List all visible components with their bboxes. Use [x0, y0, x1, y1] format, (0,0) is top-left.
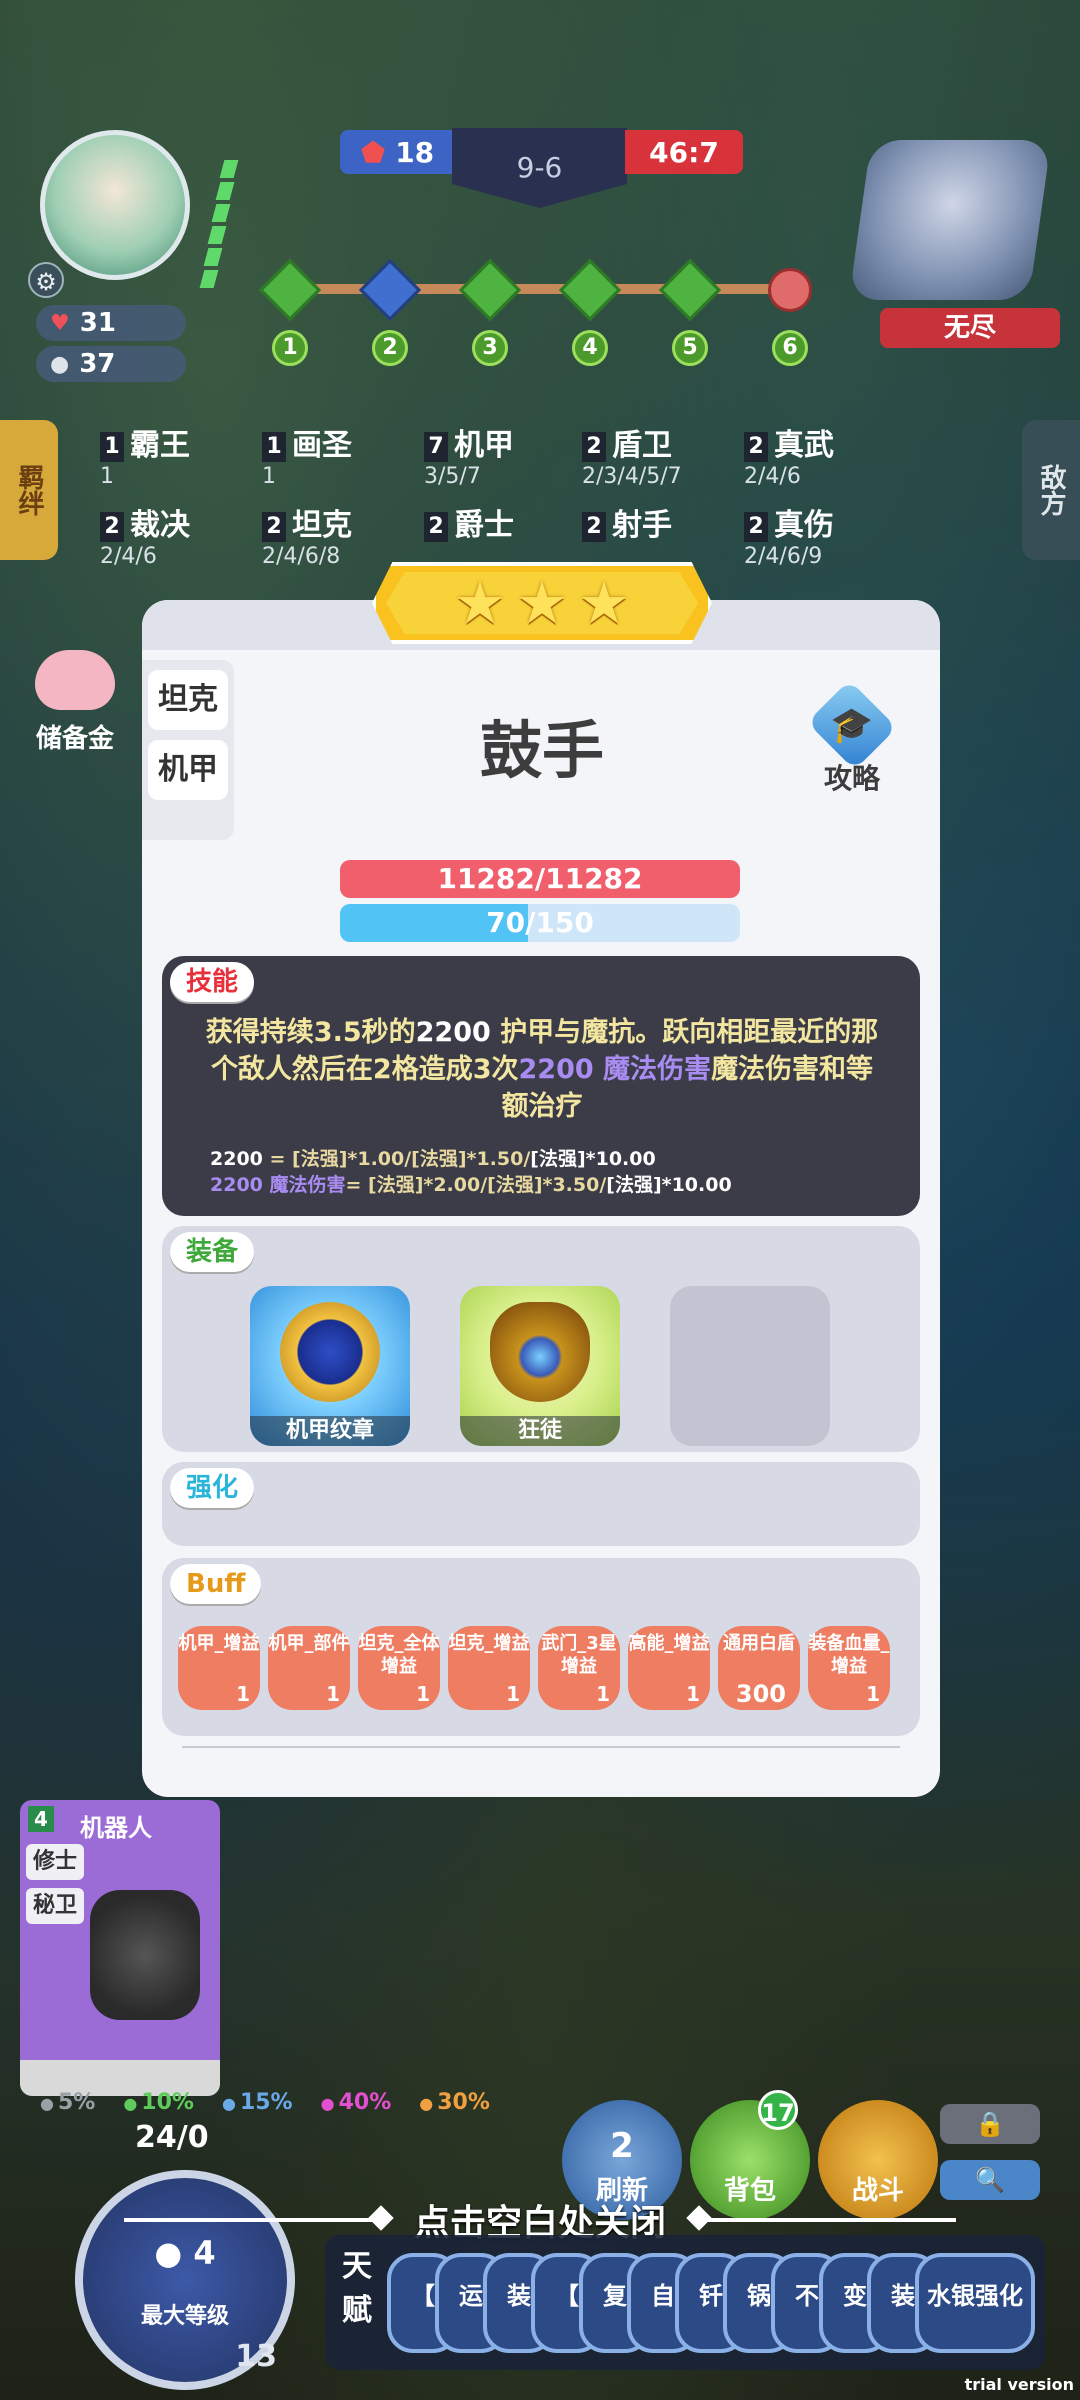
- trait-item[interactable]: 2 盾卫 2/3/4/5/7: [582, 420, 752, 489]
- unit-cost: 4: [28, 1806, 54, 1832]
- enemy-score: 46:7: [625, 130, 743, 174]
- buff-section: Buff 机甲_增益 1 机甲_部件 1 坦克_全体增益 1 坦克_增益 1 武门_3星…: [162, 1558, 920, 1736]
- level-number: 13: [235, 2339, 277, 2374]
- player-level-bars: [196, 160, 242, 290]
- unit-name: 鼓手: [479, 714, 604, 787]
- trait-tag[interactable]: 机甲: [148, 740, 228, 800]
- equipment-slot[interactable]: 狂徒: [460, 1286, 620, 1446]
- unit-card-name: 机器人: [80, 1814, 152, 1842]
- trial-version-label: trial version: [964, 2375, 1074, 2394]
- buff-item[interactable]: 高能_增益 1: [628, 1626, 710, 1710]
- trait-tag[interactable]: 坦克: [148, 670, 228, 730]
- enemy-avatar[interactable]: [848, 140, 1052, 300]
- hint-line: [696, 2218, 956, 2222]
- skill-formula: 2200 = [法强]*1.00/[法强]*1.50/[法强]*10.00: [210, 1148, 656, 1170]
- guide-button[interactable]: 🎓 攻略: [802, 679, 902, 795]
- bag-badge: 17: [758, 2090, 798, 2130]
- shop-odds: 5% 10% 15% 40% 30%: [40, 2090, 490, 2115]
- talent-chip[interactable]: 水银强化: [915, 2253, 1035, 2353]
- shield-icon: ⬟: [360, 135, 386, 169]
- trait-item[interactable]: 2 裁决 2/4/6: [100, 500, 270, 569]
- enemy-label: 无尽: [880, 308, 1060, 348]
- buff-item[interactable]: 机甲_增益 1: [178, 1626, 260, 1710]
- search-icon: 🔍: [975, 2166, 1005, 2194]
- search-button[interactable]: 🔍: [940, 2160, 1040, 2200]
- stage-number: 2: [372, 330, 408, 366]
- trait-item[interactable]: 2 真伤 2/4/6/9: [744, 500, 914, 569]
- stage-number: 4: [572, 330, 608, 366]
- gear-icon[interactable]: ⚙: [28, 262, 64, 298]
- unit-detail-modal: ★ ★ ★ 坦克 机甲 鼓手 🎓 攻略 11282/11282 70/150 技…: [142, 562, 940, 1797]
- buff-list: 机甲_增益 1 机甲_部件 1 坦克_全体增益 1 坦克_增益 1 武门_3星增益 1 高…: [178, 1626, 890, 1710]
- skill-section: 技能 获得持续3.5秒的2200 护甲与魔抗。跃向相距最近的那个敌人然后在2格造…: [162, 956, 920, 1216]
- talent-bar: 天赋 【 运 装 【 复 自 钎 锅 不 变 装 水银强化: [325, 2235, 1045, 2370]
- equipment-section: 装备 机甲纹章 狂徒: [162, 1226, 920, 1452]
- trait-item[interactable]: 7 机甲 3/5/7: [424, 420, 594, 489]
- lock-button[interactable]: 🔒: [940, 2104, 1040, 2144]
- reserve-fund[interactable]: 储备金: [20, 650, 130, 755]
- buff-item[interactable]: 坦克_增益 1: [448, 1626, 530, 1710]
- stage-number: 1: [272, 330, 308, 366]
- trait-item[interactable]: 2 真武 2/4/6: [744, 420, 914, 489]
- heart-icon: ♥: [50, 310, 70, 336]
- player-hp: ♥ 31: [36, 305, 186, 341]
- tab-traits[interactable]: 羁绊: [0, 420, 58, 560]
- star-icon: ★: [454, 569, 506, 637]
- equipment-slot[interactable]: 机甲纹章: [250, 1286, 410, 1446]
- star-icon: ★: [578, 569, 630, 637]
- trait-item[interactable]: 1 画圣 1: [262, 420, 432, 489]
- mana-bar: 70/150: [340, 904, 740, 942]
- trait-item[interactable]: 2 爵士: [424, 500, 594, 544]
- armor-icon: [490, 1302, 590, 1402]
- coin-icon: ●: [50, 351, 70, 377]
- equipment-tag: 装备: [170, 1232, 255, 1272]
- player-avatar[interactable]: [40, 130, 190, 280]
- unit-trait-tags: 坦克 机甲: [142, 660, 234, 840]
- buff-item[interactable]: 机甲_部件 1: [268, 1626, 350, 1710]
- star-icon: ★: [516, 569, 568, 637]
- stage-number: 3: [472, 330, 508, 366]
- piggy-bank-icon: [35, 650, 115, 710]
- hp-bar: 11282/11282: [340, 860, 740, 898]
- tab-enemy[interactable]: 敌方: [1022, 420, 1080, 560]
- player-coins: ● 37: [36, 346, 186, 382]
- buff-item[interactable]: 通用白盾 300: [718, 1626, 800, 1710]
- skill-description: 获得持续3.5秒的2200 护甲与魔抗。跃向相距最近的那个敌人然后在2格造成3次…: [205, 1017, 879, 1122]
- lock-icon: 🔒: [975, 2110, 1005, 2138]
- skill-tag: 技能: [170, 962, 255, 1002]
- unit-card-trait: 修士: [26, 1844, 84, 1880]
- robot-portrait: [90, 1890, 200, 2020]
- stage-number: 6: [772, 330, 808, 366]
- star-rating: ★ ★ ★: [372, 562, 712, 644]
- trait-item[interactable]: 2 坦克 2/4/6/8: [262, 500, 432, 569]
- shop-unit-card[interactable]: 4 机器人 修士 秘卫: [20, 1800, 220, 2060]
- equipment-slot-empty[interactable]: [670, 1286, 830, 1446]
- buff-item[interactable]: 武门_3星增益 1: [538, 1626, 620, 1710]
- buff-tag: Buff: [170, 1564, 262, 1604]
- hint-line: [123, 2218, 384, 2222]
- refresh-cost: 2: [610, 2126, 634, 2166]
- xp-text: 24/0: [135, 2120, 209, 2155]
- mecha-emblem-icon: [280, 1302, 380, 1402]
- stage-number: 5: [672, 330, 708, 366]
- skill-formula: 2200 魔法伤害= [法强]*2.00/[法强]*3.50/[法强]*10.0…: [210, 1174, 732, 1196]
- buff-item[interactable]: 坦克_全体增益 1: [358, 1626, 440, 1710]
- strengthen-tag: 强化: [170, 1468, 255, 1508]
- player-score: ⬟ 18: [340, 130, 455, 174]
- trait-item[interactable]: 2 射手: [582, 500, 752, 544]
- trait-item[interactable]: 1 霸王 1: [100, 420, 270, 489]
- modal-divider: [182, 1746, 900, 1748]
- buff-item[interactable]: 装备血量_增益 1: [808, 1626, 890, 1710]
- strengthen-section: 强化: [162, 1462, 920, 1546]
- talent-label: 天赋: [342, 2249, 372, 2328]
- unit-card-trait: 秘卫: [26, 1888, 84, 1924]
